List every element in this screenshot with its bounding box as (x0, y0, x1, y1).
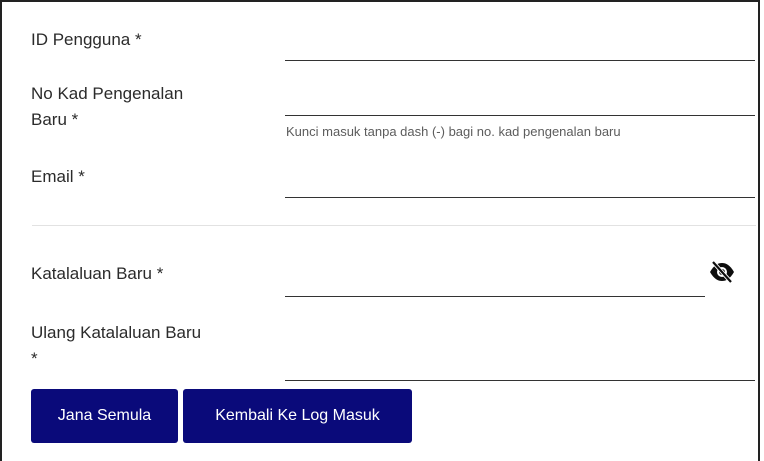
ic-number-label-line1: No Kad Pengenalan (31, 84, 184, 103)
reset-button[interactable]: Jana Semula (31, 389, 178, 443)
ic-number-help-text: Kunci masuk tanpa dash (-) bagi no. kad … (286, 124, 621, 139)
reset-password-form: ID Pengguna * No Kad Pengenalan Baru * K… (0, 0, 760, 461)
user-id-input[interactable] (285, 30, 755, 61)
back-to-login-button[interactable]: Kembali Ke Log Masuk (183, 389, 412, 443)
repeat-password-label-line2: * (31, 349, 38, 368)
ic-number-input[interactable] (285, 85, 755, 116)
email-label: Email * (31, 167, 85, 186)
ic-number-label-line2: Baru * (31, 110, 79, 129)
email-input[interactable] (285, 167, 755, 198)
section-divider (32, 225, 756, 226)
user-id-label: ID Pengguna * (31, 30, 142, 49)
new-password-label: Katalaluan Baru * (31, 264, 164, 283)
new-password-input[interactable] (285, 266, 705, 297)
repeat-password-label-line1: Ulang Katalaluan Baru (31, 323, 202, 342)
eye-slash-icon[interactable] (709, 260, 735, 284)
repeat-password-input[interactable] (285, 350, 755, 381)
